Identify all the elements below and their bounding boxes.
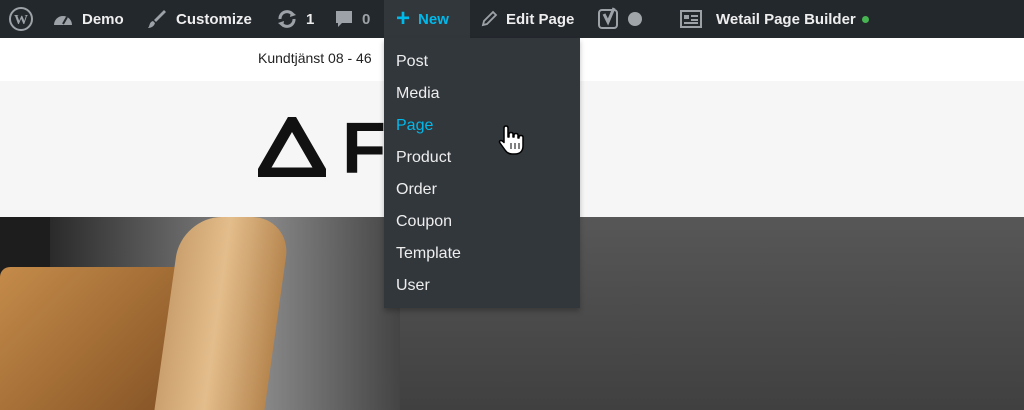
yoast-icon xyxy=(598,7,620,31)
builder-icon xyxy=(680,10,702,28)
updates-count: 1 xyxy=(306,10,315,28)
submenu-item-order[interactable]: Order xyxy=(384,174,580,206)
edit-page-link[interactable]: Edit Page xyxy=(480,0,574,38)
comments-link[interactable]: 0 xyxy=(334,0,370,38)
admin-bar: W Demo Customize 1 0 + New Edit Page Wet… xyxy=(0,0,1024,38)
dashboard-icon xyxy=(52,9,74,29)
pencil-icon xyxy=(480,10,498,28)
triangle-logo-icon xyxy=(252,109,332,182)
seo-menu[interactable] xyxy=(598,0,642,38)
edit-page-label: Edit Page xyxy=(506,10,575,28)
submenu-item-page[interactable]: Page xyxy=(384,110,580,142)
page-builder-label: Wetail Page Builder xyxy=(716,10,856,28)
submenu-item-media[interactable]: Media xyxy=(384,78,580,110)
builder-status-dot xyxy=(861,15,869,23)
submenu-item-coupon[interactable]: Coupon xyxy=(384,206,580,238)
customize-link[interactable]: Customize xyxy=(146,0,252,38)
new-content-submenu: Post Media Page Product Order Coupon Tem… xyxy=(384,38,580,308)
new-label: New xyxy=(418,10,449,28)
seo-status-dot xyxy=(628,12,642,26)
brush-icon xyxy=(146,8,168,30)
wordpress-menu[interactable]: W xyxy=(8,0,36,38)
customer-service-text: Kundtjänst 08 - 46 xyxy=(258,50,372,66)
update-icon xyxy=(276,8,298,30)
customize-label: Customize xyxy=(176,10,252,28)
comment-icon xyxy=(334,9,354,29)
plus-icon: + xyxy=(396,5,411,32)
updates-link[interactable]: 1 xyxy=(276,0,314,38)
submenu-item-post[interactable]: Post xyxy=(384,46,580,78)
page-builder-menu[interactable]: Wetail Page Builder xyxy=(680,0,869,38)
submenu-item-user[interactable]: User xyxy=(384,270,580,302)
submenu-item-product[interactable]: Product xyxy=(384,142,580,174)
hand-cursor-icon xyxy=(498,124,524,161)
wordpress-icon: W xyxy=(8,6,34,32)
new-content-menu[interactable]: + New xyxy=(384,0,470,38)
comments-count: 0 xyxy=(362,10,371,28)
svg-text:W: W xyxy=(14,13,28,28)
site-name: Demo xyxy=(82,10,124,28)
site-name-menu[interactable]: Demo xyxy=(52,0,124,38)
submenu-item-template[interactable]: Template xyxy=(384,238,580,270)
